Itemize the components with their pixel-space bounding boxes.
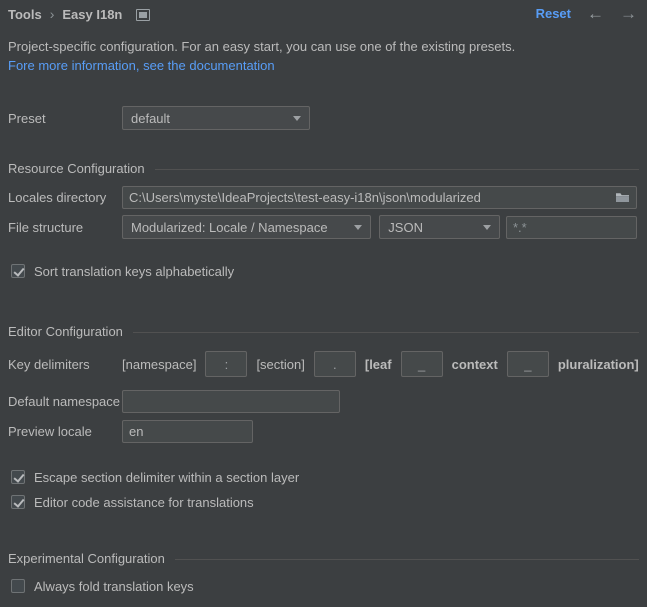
escape-delimiter-checkbox[interactable]: Escape section delimiter within a sectio… bbox=[11, 469, 299, 485]
checkbox-icon[interactable] bbox=[11, 470, 25, 484]
file-pattern-input[interactable] bbox=[506, 216, 637, 239]
preset-label: Preset bbox=[8, 111, 122, 126]
context-delimiter-label: context bbox=[452, 357, 498, 372]
easy-i18n-settings-panel: Tools › Easy I18n Reset ← → Project-spec… bbox=[0, 0, 647, 607]
editor-section-title: Editor Configuration bbox=[8, 324, 123, 339]
forward-arrow-icon[interactable]: → bbox=[620, 5, 637, 22]
chevron-down-icon bbox=[483, 225, 491, 230]
locales-directory-label: Locales directory bbox=[8, 190, 122, 205]
resource-section-title: Resource Configuration bbox=[8, 161, 145, 176]
editor-section-header: Editor Configuration bbox=[8, 324, 639, 338]
folder-icon[interactable] bbox=[615, 191, 630, 204]
plural-delimiter-input[interactable] bbox=[507, 351, 549, 377]
leaf-delimiter-label: [leaf bbox=[365, 357, 392, 372]
code-assistance-checkbox[interactable]: Editor code assistance for translations bbox=[11, 494, 254, 510]
experimental-section-header: Experimental Configuration bbox=[8, 551, 639, 565]
file-structure-dropdown-value: Modularized: Locale / Namespace bbox=[131, 220, 328, 235]
chevron-down-icon bbox=[293, 116, 301, 121]
section-divider bbox=[155, 169, 639, 170]
file-structure-dropdown[interactable]: Modularized: Locale / Namespace bbox=[122, 215, 371, 239]
section-delimiter-label: [section] bbox=[256, 357, 304, 372]
window-icon bbox=[136, 9, 150, 21]
file-parser-dropdown[interactable]: JSON bbox=[379, 215, 500, 239]
code-assistance-checkbox-label: Editor code assistance for translations bbox=[34, 495, 254, 510]
back-arrow-icon[interactable]: ← bbox=[587, 5, 604, 22]
locales-directory-input[interactable] bbox=[122, 186, 637, 209]
topbar-actions: Reset ← → bbox=[536, 5, 637, 22]
locales-directory-field-wrap bbox=[122, 186, 637, 209]
experimental-section-title: Experimental Configuration bbox=[8, 551, 165, 566]
key-delimiters-row: Key delimiters [namespace] [section] [le… bbox=[8, 350, 637, 378]
namespace-delimiter-input[interactable] bbox=[205, 351, 247, 377]
intro-description: Project-specific configuration. For an e… bbox=[8, 39, 515, 54]
default-namespace-input[interactable] bbox=[122, 390, 340, 413]
chevron-down-icon bbox=[354, 225, 362, 230]
preset-dropdown[interactable]: default bbox=[122, 106, 310, 130]
chevron-right-icon: › bbox=[50, 8, 55, 21]
section-divider bbox=[133, 332, 639, 333]
breadcrumb-tools[interactable]: Tools bbox=[8, 7, 42, 22]
settings-topbar: Tools › Easy I18n Reset ← → bbox=[0, 0, 647, 30]
section-delimiter-input[interactable] bbox=[314, 351, 356, 377]
checkmark-icon bbox=[13, 265, 24, 277]
fold-keys-checkbox-label: Always fold translation keys bbox=[34, 579, 194, 594]
documentation-link[interactable]: Fore more information, see the documenta… bbox=[8, 58, 275, 73]
preset-dropdown-value: default bbox=[131, 111, 170, 126]
sort-keys-checkbox[interactable]: Sort translation keys alphabetically bbox=[11, 263, 234, 279]
default-namespace-row: Default namespace bbox=[8, 389, 637, 413]
checkbox-icon[interactable] bbox=[11, 264, 25, 278]
checkbox-icon[interactable] bbox=[11, 495, 25, 509]
resource-section-header: Resource Configuration bbox=[8, 161, 639, 175]
checkbox-icon[interactable] bbox=[11, 579, 25, 593]
sort-keys-checkbox-label: Sort translation keys alphabetically bbox=[34, 264, 234, 279]
file-structure-label: File structure bbox=[8, 220, 122, 235]
namespace-delimiter-label: [namespace] bbox=[122, 357, 196, 372]
file-structure-row: File structure Modularized: Locale / Nam… bbox=[8, 214, 637, 240]
file-parser-dropdown-value: JSON bbox=[388, 220, 423, 235]
context-delimiter-input[interactable] bbox=[401, 351, 443, 377]
preview-locale-input[interactable] bbox=[122, 420, 253, 443]
checkmark-icon bbox=[13, 471, 24, 483]
preview-locale-row: Preview locale bbox=[8, 419, 637, 443]
default-namespace-label: Default namespace bbox=[8, 394, 122, 409]
preview-locale-label: Preview locale bbox=[8, 424, 122, 439]
locales-directory-row: Locales directory bbox=[8, 185, 637, 210]
preset-row: Preset default bbox=[8, 105, 637, 131]
fold-keys-checkbox[interactable]: Always fold translation keys bbox=[11, 578, 194, 594]
pluralization-delimiter-label: pluralization] bbox=[558, 357, 639, 372]
key-delimiters-controls: [namespace] [section] [leaf context plur… bbox=[122, 351, 639, 377]
breadcrumb-easy-i18n: Easy I18n bbox=[62, 7, 122, 22]
reset-button[interactable]: Reset bbox=[536, 6, 571, 21]
checkmark-icon bbox=[13, 496, 24, 508]
escape-delimiter-checkbox-label: Escape section delimiter within a sectio… bbox=[34, 470, 299, 485]
section-divider bbox=[175, 559, 639, 560]
breadcrumb: Tools › Easy I18n bbox=[8, 7, 150, 22]
key-delimiters-label: Key delimiters bbox=[8, 357, 122, 372]
